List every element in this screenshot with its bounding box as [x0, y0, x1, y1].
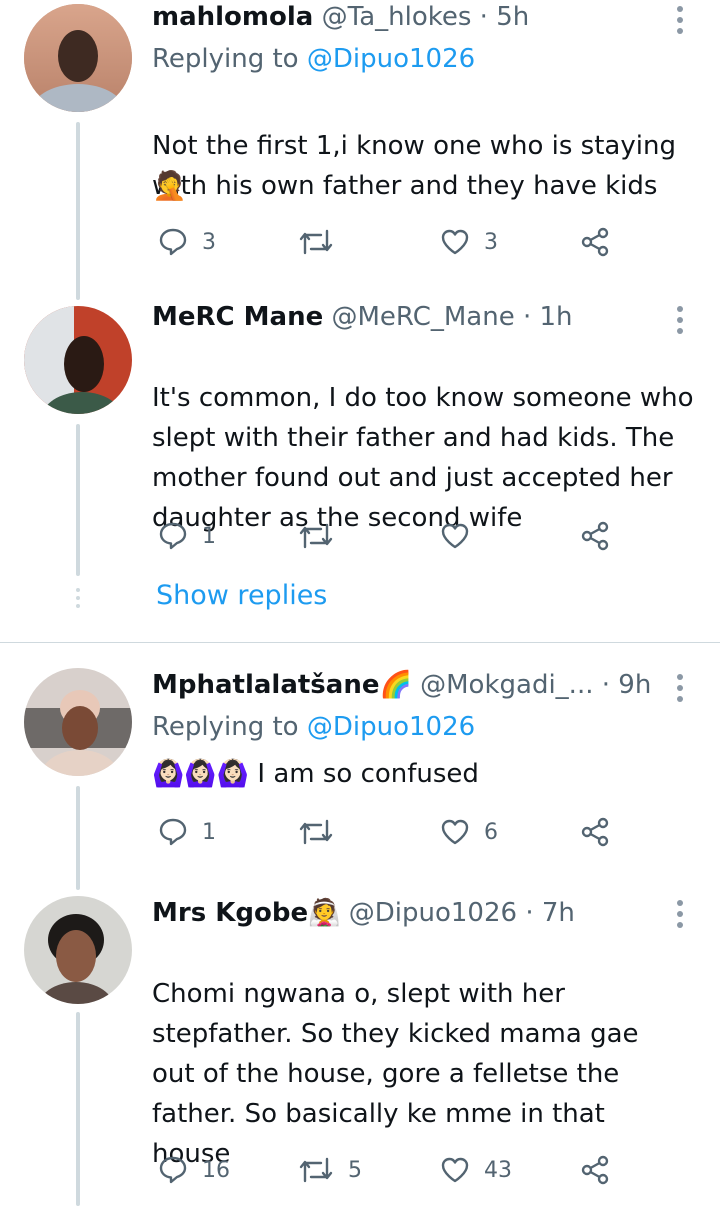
heart-icon: [441, 523, 469, 549]
share-icon: [581, 227, 609, 257]
retweet-button[interactable]: 5: [298, 1150, 362, 1190]
replying-to: Replying to @Dipuo1026: [152, 42, 475, 76]
thread-line: [76, 786, 80, 890]
bride-emoji: 👰: [308, 898, 341, 928]
more-options-icon[interactable]: [670, 674, 690, 702]
display-name[interactable]: Mrs Kgobe: [152, 898, 308, 928]
rainbow-emoji: 🌈: [379, 670, 412, 700]
user-handle[interactable]: @Dipuo1026: [349, 898, 517, 928]
reply-icon: [159, 522, 187, 550]
like-count: 43: [484, 1157, 512, 1183]
timestamp[interactable]: 1h: [540, 302, 573, 332]
replying-to: Replying to @Dipuo1026: [152, 710, 475, 744]
more-options-icon[interactable]: [670, 6, 690, 34]
replying-label: Replying to: [152, 44, 299, 74]
time-separator: ·: [601, 670, 611, 700]
time-separator: ·: [522, 302, 532, 332]
tweet-text: It's common, I do too know someone who s…: [152, 338, 707, 538]
heart-icon: [441, 229, 469, 255]
tweet-header: Mphatlalatšane🌈 @Mokgadi_... · 9h: [152, 668, 651, 702]
more-options-icon[interactable]: [670, 900, 690, 928]
reply-button[interactable]: 1: [158, 516, 216, 556]
emoji: 🙆🏻‍♀️🙆🏻‍♀️🙆🏻‍♀️: [152, 759, 250, 789]
tweet-text-content: Not the first 1,i know one who is stayin…: [152, 131, 676, 201]
display-name[interactable]: MeRC Mane: [152, 302, 323, 332]
timestamp[interactable]: 7h: [542, 898, 575, 928]
retweet-button[interactable]: [298, 222, 334, 262]
tweet-header: Mrs Kgobe👰 @Dipuo1026 · 7h: [152, 896, 575, 930]
mention-link[interactable]: @Dipuo1026: [307, 712, 475, 742]
tweet-header: mahlomola @Ta_hlokes · 5h: [152, 0, 529, 34]
tweet-text-content: I am so confused: [257, 759, 479, 789]
display-name[interactable]: mahlomola: [152, 2, 313, 32]
reply-button[interactable]: 16: [158, 1150, 230, 1190]
tweet-text-content: It's common, I do too know someone who s…: [152, 383, 694, 533]
reply-icon: [159, 228, 187, 256]
retweet-icon: [299, 1157, 333, 1183]
emoji: 🤦: [152, 169, 187, 202]
retweet-button[interactable]: [298, 812, 334, 852]
thread-line: [76, 1012, 80, 1206]
retweet-icon: [299, 819, 333, 845]
thread-line: [76, 122, 80, 300]
reply-count: 3: [202, 229, 216, 255]
reply-icon: [159, 1156, 187, 1184]
avatar[interactable]: [24, 668, 132, 776]
like-button[interactable]: [440, 516, 470, 556]
timestamp[interactable]: 9h: [618, 670, 651, 700]
reply-count: 1: [202, 819, 216, 845]
reply-count: 1: [202, 523, 216, 549]
more-options-icon[interactable]: [670, 306, 690, 334]
tweet-text: Not the first 1,i know one who is stayin…: [152, 86, 707, 206]
user-handle[interactable]: @MeRC_Mane: [332, 302, 515, 332]
share-button[interactable]: [580, 516, 610, 556]
user-handle[interactable]: @Ta_hlokes: [322, 2, 472, 32]
mention-link[interactable]: @Dipuo1026: [307, 44, 475, 74]
tweet-header: MeRC Mane @MeRC_Mane · 1h: [152, 300, 573, 334]
display-name[interactable]: Mphatlalatšane: [152, 670, 379, 700]
reply-button[interactable]: 1: [158, 812, 216, 852]
show-replies-link[interactable]: Show replies: [156, 580, 327, 611]
timestamp[interactable]: 5h: [496, 2, 529, 32]
share-icon: [581, 521, 609, 551]
avatar[interactable]: [24, 896, 132, 1004]
time-separator: ·: [525, 898, 534, 928]
retweet-count: 5: [348, 1157, 362, 1183]
user-handle[interactable]: @Mokgadi_...: [420, 670, 593, 700]
reply-count: 16: [202, 1157, 230, 1183]
avatar[interactable]: [24, 4, 132, 112]
like-button[interactable]: 6: [440, 812, 498, 852]
time-separator: ·: [479, 2, 488, 32]
heart-icon: [441, 1157, 469, 1183]
retweet-button[interactable]: [298, 516, 334, 556]
thread-more-dots: [76, 588, 80, 608]
share-button[interactable]: [580, 1150, 610, 1190]
heart-icon: [441, 819, 469, 845]
avatar[interactable]: [24, 306, 132, 414]
share-icon: [581, 817, 609, 847]
share-icon: [581, 1155, 609, 1185]
retweet-icon: [299, 523, 333, 549]
like-count: 3: [484, 229, 498, 255]
thread-line: [76, 424, 80, 576]
share-button[interactable]: [580, 812, 610, 852]
retweet-icon: [299, 229, 333, 255]
like-button[interactable]: 3: [440, 222, 498, 262]
reply-icon: [159, 818, 187, 846]
like-count: 6: [484, 819, 498, 845]
share-button[interactable]: [580, 222, 610, 262]
tweet-text: Chomi ngwana o, slept with her stepfathe…: [152, 934, 672, 1174]
tweet-text: 🙆🏻‍♀️🙆🏻‍♀️🙆🏻‍♀️ I am so confused: [152, 754, 479, 794]
replying-label: Replying to: [152, 712, 299, 742]
tweet-text-content: Chomi ngwana o, slept with her stepfathe…: [152, 979, 639, 1169]
reply-button[interactable]: 3: [158, 222, 216, 262]
divider: [0, 642, 720, 643]
like-button[interactable]: 43: [440, 1150, 512, 1190]
